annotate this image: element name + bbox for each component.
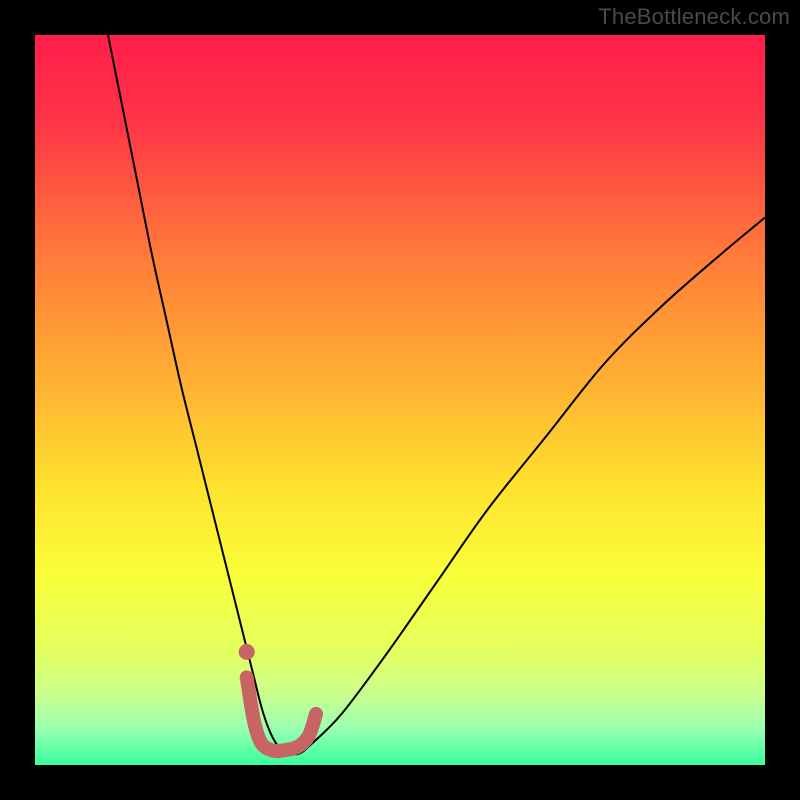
chart-svg — [35, 35, 765, 765]
chart-frame: TheBottleneck.com — [0, 0, 800, 800]
watermark-text: TheBottleneck.com — [598, 4, 790, 30]
chart-plot-area — [35, 35, 765, 765]
chart-marker-layer — [239, 644, 255, 660]
marker-highlight-dot — [239, 644, 255, 660]
chart-background — [35, 35, 765, 765]
